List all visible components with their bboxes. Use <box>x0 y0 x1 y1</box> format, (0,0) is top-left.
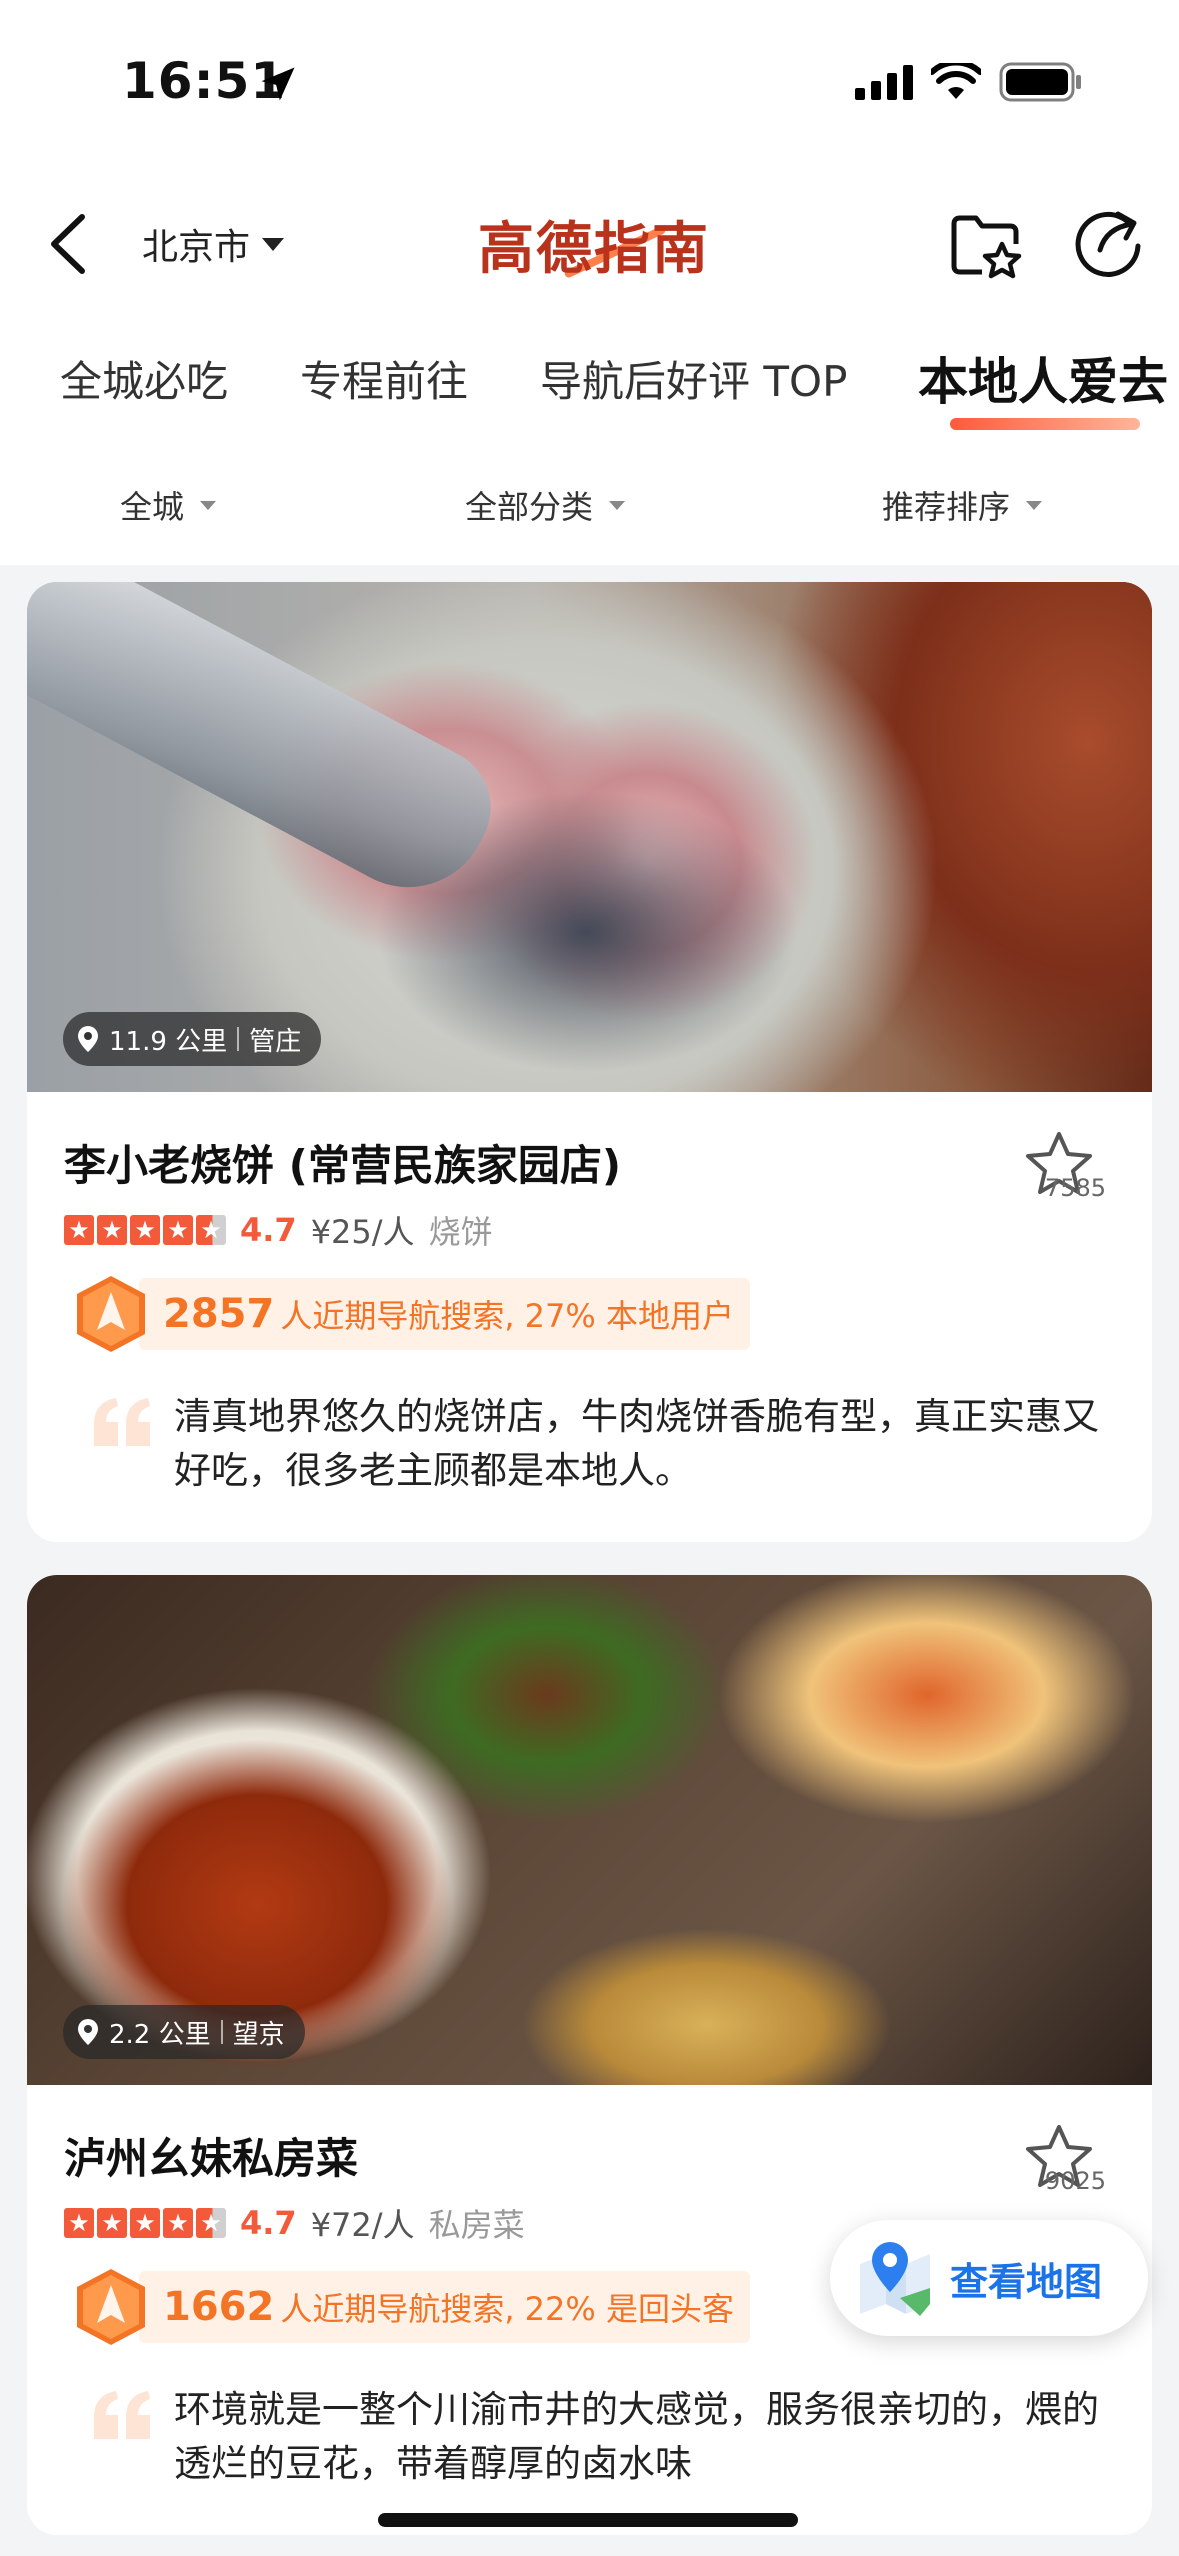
review-block: 环境就是一整个川渝市井的大感觉，服务很亲切的，煨的透烂的豆花，带着醇厚的卤水味 <box>64 2383 1124 2491</box>
navigation-stat-bar: 1662 人近期导航搜索, 22% 是回头客 <box>139 2271 750 2343</box>
pin-icon <box>78 1026 98 1052</box>
tab-locals-favorite[interactable]: 本地人爱去 <box>918 342 1168 414</box>
tab-top-rated[interactable]: 导航后好评 TOP <box>540 348 847 409</box>
filter-category[interactable]: 全部分类 <box>465 482 626 528</box>
caret-down-icon <box>1026 500 1043 510</box>
home-indicator <box>378 2513 798 2527</box>
star-icon <box>97 1215 127 1245</box>
restaurant-name: 李小老烧饼 (常营民族家园店) <box>64 1141 622 1190</box>
distance-text: 2.2 公里 <box>109 2019 211 2050</box>
quote-icon <box>94 2391 150 2439</box>
food-category: 烧饼 <box>428 1213 493 1251</box>
navigation-count: 1662 <box>163 2284 275 2330</box>
wifi-icon <box>931 63 981 99</box>
brand-title: 高德指南 <box>478 216 710 282</box>
favorite-count: 7585 <box>1044 1174 1106 1202</box>
share-icon[interactable] <box>1070 204 1146 280</box>
star-half-icon <box>196 2208 226 2238</box>
review-text: 清真地界悠久的烧饼店，牛肉烧饼香脆有型，真正实惠又好吃，很多老主顾都是本地人。 <box>174 1395 1099 1492</box>
tag-divider <box>237 1027 240 1051</box>
area-text: 管庄 <box>249 1026 302 1057</box>
tab-bar: 全城必吃 专程前往 导航后好评 TOP 本地人爱去 <box>0 320 1179 450</box>
restaurant-photo: 2.2 公里 望京 <box>27 1575 1152 2085</box>
map-pin-icon <box>860 2242 930 2316</box>
restaurant-photo: 11.9 公里 管庄 <box>27 582 1152 1092</box>
tab-special-trip[interactable]: 专程前往 <box>300 348 468 409</box>
location-tag: 11.9 公里 管庄 <box>63 1012 322 1066</box>
battery-icon <box>999 62 1081 102</box>
favorite-button[interactable]: 7585 <box>1004 1130 1114 1202</box>
city-selector[interactable]: 北京市 <box>142 218 285 270</box>
navigation-hexagon-icon <box>77 1276 145 1352</box>
rating-score: 4.7 <box>240 1211 297 1249</box>
navigation-stat: 1662 人近期导航搜索, 22% 是回头客 <box>69 2269 750 2345</box>
navigation-hexagon-icon <box>77 2269 145 2345</box>
cellular-signal-icon <box>855 64 913 100</box>
food-category: 私房菜 <box>428 2206 525 2244</box>
rating-score: 4.7 <box>240 2204 297 2242</box>
location-tag: 2.2 公里 望京 <box>63 2005 305 2059</box>
star-icon <box>64 2208 94 2238</box>
rating-stars <box>64 1215 226 1245</box>
price-per-person: ¥72/人 <box>310 2206 415 2244</box>
favorite-button[interactable]: 9025 <box>1004 2123 1114 2195</box>
navigation-text: 人近期导航搜索, 22% 是回头客 <box>280 2290 734 2328</box>
navigation-count: 2857 <box>163 1291 275 1337</box>
area-text: 望京 <box>232 2019 285 2050</box>
navigation-stat-bar: 2857 人近期导航搜索, 27% 本地用户 <box>139 1278 750 1350</box>
photo-spoon-shape <box>27 582 512 916</box>
review-block: 清真地界悠久的烧饼店，牛肉烧饼香脆有型，真正实惠又好吃，很多老主顾都是本地人。 <box>64 1390 1124 1498</box>
filter-sort-label: 推荐排序 <box>882 488 1011 526</box>
quote-icon <box>94 1398 150 1446</box>
back-icon <box>51 214 85 274</box>
tag-divider <box>220 2020 223 2044</box>
review-text: 环境就是一整个川渝市井的大感觉，服务很亲切的，煨的透烂的豆花，带着醇厚的卤水味 <box>174 2388 1099 2485</box>
filter-area[interactable]: 全城 <box>120 482 217 528</box>
caret-down-icon <box>262 237 285 251</box>
distance-text: 11.9 公里 <box>109 1026 228 1057</box>
city-label: 北京市 <box>142 227 251 268</box>
favorite-count: 9025 <box>1044 2167 1106 2195</box>
filter-category-label: 全部分类 <box>465 488 594 526</box>
rating-line: 4.7 ¥25/人 烧饼 <box>64 1207 493 1253</box>
star-half-icon <box>196 1215 226 1245</box>
star-icon <box>97 2208 127 2238</box>
star-icon <box>64 1215 94 1245</box>
caret-down-icon <box>200 500 217 510</box>
restaurant-name: 泸州幺妹私房菜 <box>64 2134 359 2183</box>
pin-icon <box>78 2019 98 2045</box>
navigation-text: 人近期导航搜索, 27% 本地用户 <box>280 1297 734 1335</box>
filter-sort[interactable]: 推荐排序 <box>882 482 1043 528</box>
navigation-stat: 2857 人近期导航搜索, 27% 本地用户 <box>69 1276 750 1352</box>
star-icon <box>130 2208 160 2238</box>
restaurant-card[interactable]: 2.2 公里 望京 泸州幺妹私房菜 9025 4.7 ¥72/人 私房菜 <box>27 1575 1152 2535</box>
nav-header: 北京市 高德指南 <box>0 170 1179 320</box>
back-button[interactable] <box>38 206 98 282</box>
restaurant-card[interactable]: 11.9 公里 管庄 李小老烧饼 (常营民族家园店) 7585 4.7 ¥25/… <box>27 582 1152 1542</box>
filter-bar: 全城 全部分类 推荐排序 <box>0 450 1179 565</box>
rating-stars <box>64 2208 226 2238</box>
favorite-folder-icon[interactable] <box>948 210 1022 280</box>
tab-must-eat[interactable]: 全城必吃 <box>60 348 228 409</box>
rating-line: 4.7 ¥72/人 私房菜 <box>64 2200 525 2246</box>
star-icon <box>163 2208 193 2238</box>
caret-down-icon <box>609 500 626 510</box>
view-map-button[interactable]: 查看地图 <box>830 2220 1148 2336</box>
star-icon <box>163 1215 193 1245</box>
active-tab-indicator <box>950 418 1140 430</box>
filter-area-label: 全城 <box>120 488 185 526</box>
price-per-person: ¥25/人 <box>310 1213 415 1251</box>
status-bar: 16:51 <box>0 0 1179 170</box>
location-arrow-icon <box>261 67 295 101</box>
status-icons <box>855 62 1083 102</box>
page: 16:51 北京市 高德指南 全城必吃 专程前往 导航后好评 TOP 本地人爱去… <box>0 0 1179 2556</box>
view-map-label: 查看地图 <box>950 2259 1103 2304</box>
star-icon <box>130 1215 160 1245</box>
